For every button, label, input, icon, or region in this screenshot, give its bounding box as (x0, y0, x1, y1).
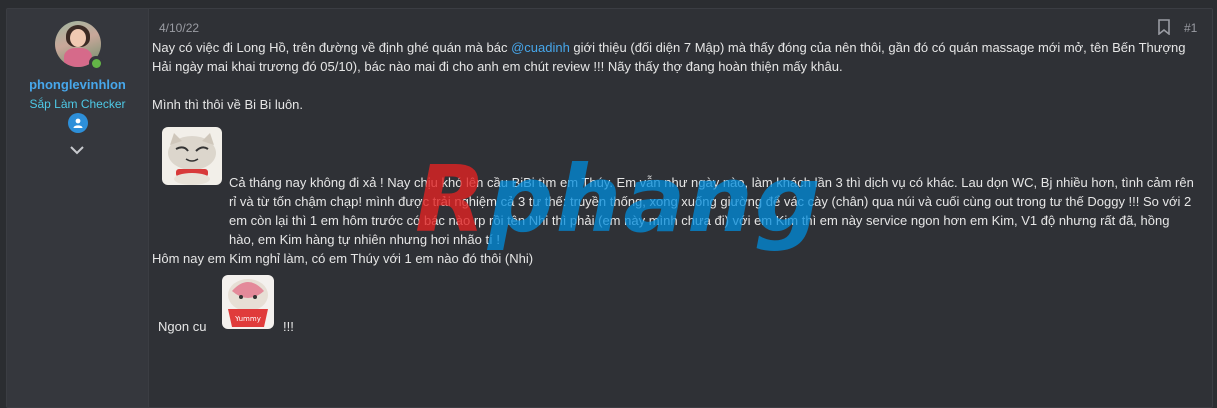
sticker-label: Yummy (234, 315, 261, 323)
bookmark-icon[interactable] (1157, 19, 1171, 35)
yummy-sticker-image: Yummy (222, 275, 274, 329)
paragraph-1: Nay có việc đi Long Hồ, trên đường về đị… (152, 40, 1186, 74)
post-content: Nay có việc đi Long Hồ, trên đường về đị… (152, 38, 1192, 114)
chevron-down-icon[interactable] (67, 142, 87, 158)
post-number-link[interactable]: #1 (1184, 21, 1197, 35)
post-date[interactable]: 4/10/22 (159, 21, 199, 35)
cat-sticker-image (162, 127, 222, 185)
user-badge-icon (68, 113, 88, 133)
paragraph-3: Cả tháng nay không đi xả ! Nay chịu khó … (229, 175, 1194, 247)
paragraph-5-end: !!! (283, 319, 294, 334)
user-title: Sắp Làm Checker (29, 97, 126, 111)
paragraph-5-start: Ngon cu (158, 319, 207, 334)
username-link[interactable]: phonglevinhlon (7, 77, 148, 92)
paragraph-2: Mình thì thôi về Bi Bi luôn. (152, 97, 304, 112)
user-mention-link[interactable]: @cuadinh (511, 40, 570, 55)
paragraph-4: Hôm nay em Kim nghỉ làm, có em Thúy với … (152, 251, 534, 266)
online-status-icon (89, 56, 103, 70)
user-info-panel: phonglevinhlon Sắp Làm Checker (7, 9, 149, 407)
